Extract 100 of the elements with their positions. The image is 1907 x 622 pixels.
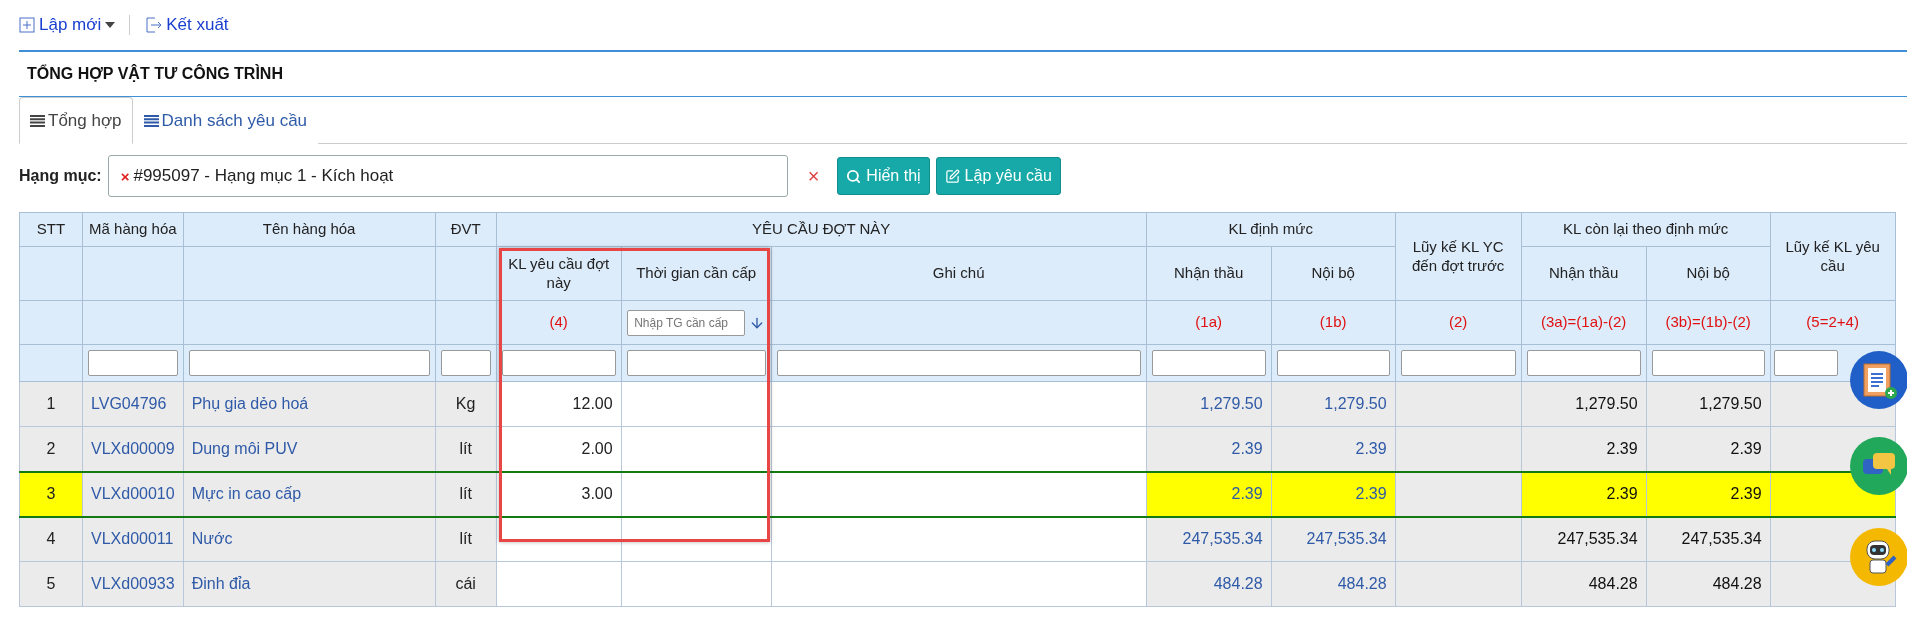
column-group-header: KL còn lại theo định mức [1521,212,1771,247]
table-link[interactable]: VLXd00010 [82,471,184,517]
selected-tag: #995097 - Hạng mục 1 - Kích hoạt [133,166,394,186]
filter-label: Hạng mục: [19,167,102,185]
table-link[interactable]: Phụ gia dẻo hoá [183,381,436,427]
table-cell: 2.39 [1271,426,1396,472]
table-link[interactable]: Nước [183,516,436,562]
page-title: TỔNG HỢP VẬT TƯ CÔNG TRÌNH [26,63,284,84]
column-header: Nhận thầu [1521,246,1647,301]
column-group-header: YÊU CẦU ĐỢT NÀY [496,212,1147,247]
formula-label: (5=2+4) [1806,313,1859,331]
column-group-header: KL định mức [1146,212,1396,247]
table-cell[interactable] [771,471,1147,517]
filter-input[interactable] [1773,350,1838,376]
column-header: Lũy kế KL YC đến đợt trước [1395,212,1522,301]
clear-button[interactable]: × [807,164,820,188]
remove-tag-button[interactable]: × [120,167,130,185]
table-cell: 1,279.50 [1146,381,1272,427]
table-cell: 4 [19,516,83,562]
table-cell[interactable] [771,516,1147,562]
formula-label: (4) [549,313,568,331]
table-cell[interactable] [771,381,1147,427]
table-cell: 5 [19,561,83,607]
table-cell: 247,535.34 [1521,516,1647,562]
table-cell: lít [435,516,497,562]
table-cell[interactable] [496,561,622,607]
table-cell: 2 [19,426,83,472]
tab[interactable]: Tổng hợp [19,97,133,144]
filter-input[interactable] [1151,350,1266,376]
table-cell[interactable] [771,561,1147,607]
table-cell: 2.39 [1521,471,1647,517]
table-cell: 484.28 [1521,561,1647,607]
table-link[interactable]: Mực in cao cấp [183,471,436,517]
table-cell: 2.39 [1646,471,1771,517]
table-cell: 2.39 [1646,426,1771,472]
formula-label: (3a)=(1a)-(2) [1540,313,1627,331]
table-link[interactable]: VLXd00011 [82,516,184,562]
table-cell: 2.39 [1271,471,1396,517]
table-link[interactable]: VLXd00933 [82,561,184,607]
table-cell: 484.28 [1271,561,1396,607]
search-icon [846,168,862,184]
new-dropdown-button[interactable]: Lập mới [19,15,116,35]
filter-input[interactable] [501,350,616,376]
table-cell: 1,279.50 [1271,381,1396,427]
table-cell: 2.39 [1146,471,1272,517]
table-cell: 247,535.34 [1146,516,1272,562]
table-cell: 1,279.50 [1646,381,1771,427]
table-cell[interactable]: 3.00 [496,471,622,517]
date-input[interactable]: Nhập TG cần cấp [627,309,746,336]
table-link[interactable]: VLXd00009 [82,426,184,472]
edit-icon [944,168,960,184]
table-cell: lít [435,471,497,517]
table-cell: 484.28 [1146,561,1272,607]
column-header: Nội bộ [1646,246,1771,301]
column-header: Tên hàng hóa [183,212,436,247]
formula-label: (1b) [1319,313,1347,331]
filter-input[interactable] [188,350,430,376]
column-header: Nhận thầu [1146,246,1272,301]
table-cell: 2.39 [1146,426,1272,472]
table-cell: 484.28 [1646,561,1771,607]
table-cell[interactable] [621,381,772,427]
table-cell: 2.39 [1521,426,1647,472]
filter-input[interactable] [626,350,766,376]
table-cell: 1 [19,381,83,427]
table-cell[interactable] [621,426,772,472]
plus-square-icon [19,17,35,33]
column-header: STT [19,212,83,247]
table-cell[interactable] [621,471,772,517]
table-cell: lít [435,426,497,472]
column-header: Lũy kế KL yêu cầu [1770,212,1896,301]
export-icon [144,16,163,34]
caret-icon [105,22,116,28]
table-link[interactable]: Đinh đỉa [183,561,436,607]
filter-input[interactable] [1276,350,1390,376]
formula-label: (2) [1448,313,1468,331]
filter-input[interactable] [88,350,178,376]
formula-label: (3b)=(1b)-(2) [1665,313,1751,331]
filter-input[interactable] [1526,350,1641,376]
column-header: ĐVT [435,212,497,247]
column-header: Ghi chú [771,246,1147,301]
export-button[interactable]: Kết xuất [144,15,229,35]
filter-input[interactable] [1651,350,1765,376]
table-cell[interactable] [771,426,1147,472]
table-cell: Kg [435,381,497,427]
column-header: Nội bộ [1271,246,1396,301]
table-cell: 247,535.34 [1271,516,1396,562]
table-link[interactable]: LVG04796 [82,381,184,427]
table-link[interactable]: Dung môi PUV [183,426,436,472]
list-icon [143,115,159,127]
filter-input[interactable] [1400,350,1516,376]
filter-input[interactable] [440,350,491,376]
list-icon [30,114,45,127]
category-select[interactable]: × #995097 - Hạng mục 1 - Kích hoạt [107,155,788,197]
table-cell[interactable] [621,561,772,607]
table-cell[interactable]: 12.00 [496,381,622,427]
table-cell: 1,279.50 [1521,381,1647,427]
table-cell: 3 [19,471,83,517]
table-cell[interactable]: 2.00 [496,426,622,472]
filter-input[interactable] [776,350,1141,376]
table-cell: 247,535.34 [1646,516,1771,562]
